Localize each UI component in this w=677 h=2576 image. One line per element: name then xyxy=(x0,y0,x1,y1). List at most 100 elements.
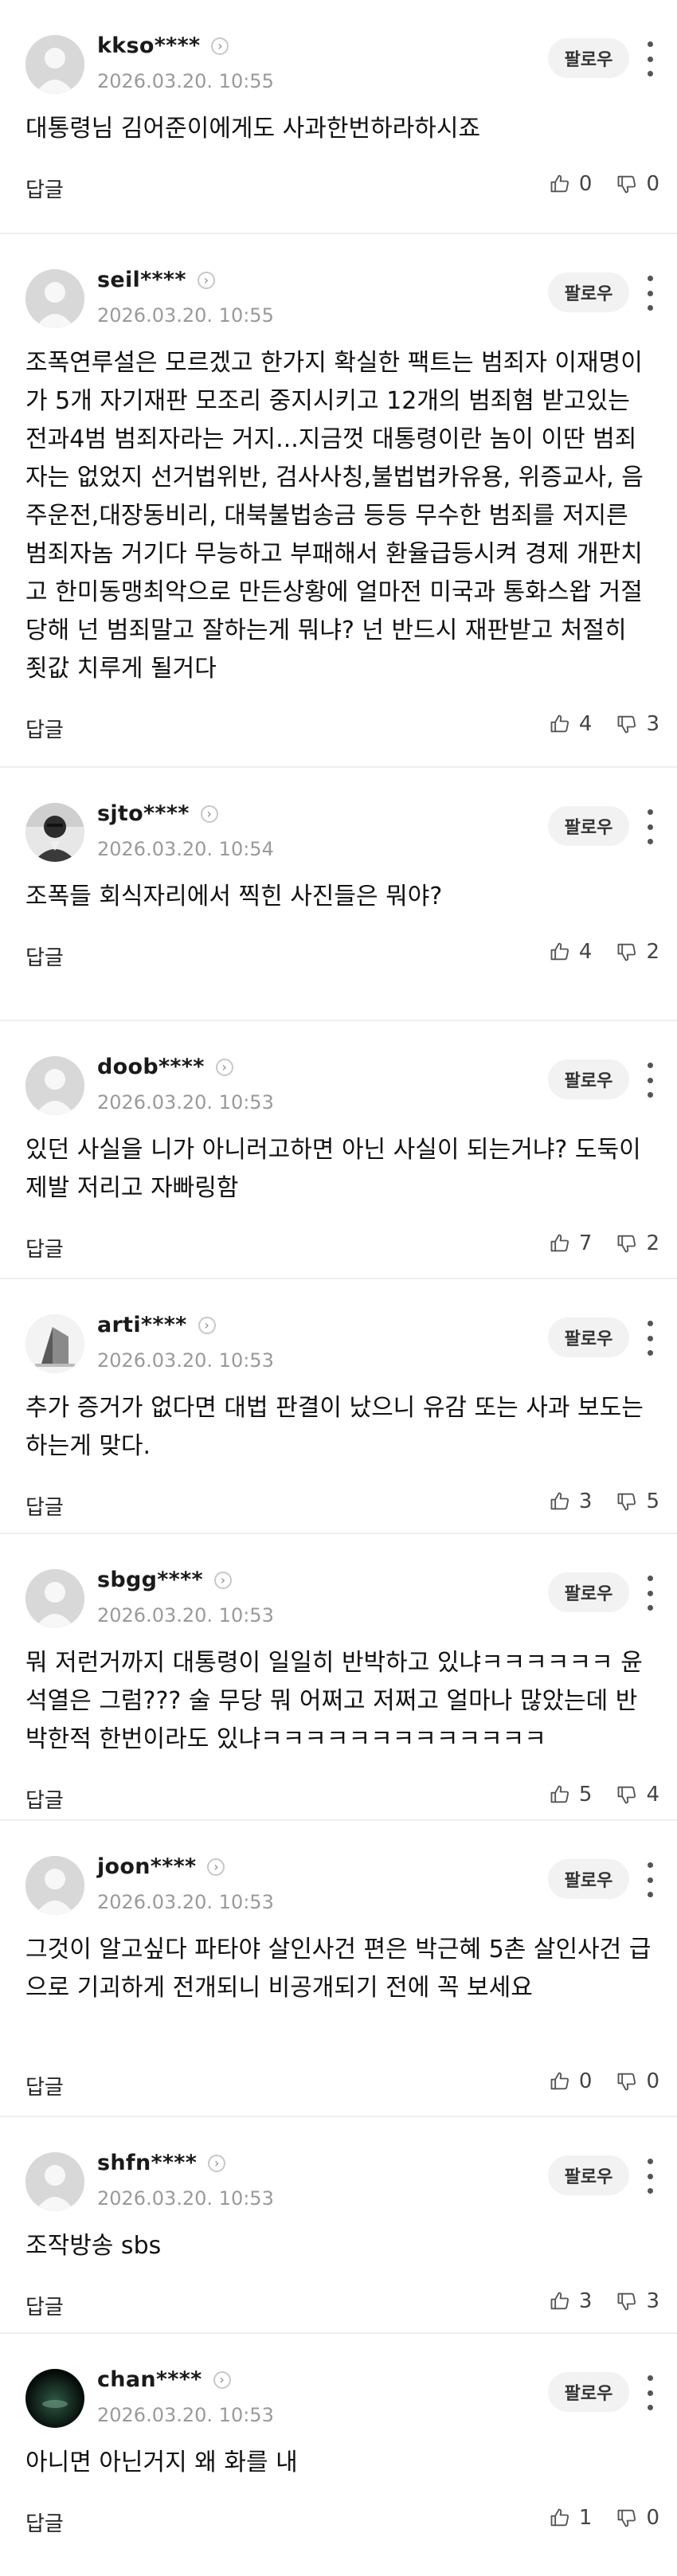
like-count: 3 xyxy=(578,1490,593,1513)
dislike-button[interactable]: 3 xyxy=(616,712,659,736)
reply-button[interactable]: 답글 xyxy=(25,2507,64,2537)
user-line: sbgg**** › xyxy=(97,1568,232,1592)
more-options-icon[interactable] xyxy=(642,1862,658,1897)
avatar[interactable] xyxy=(25,35,84,94)
avatar[interactable] xyxy=(25,1569,84,1628)
username[interactable]: doob**** xyxy=(97,1055,205,1079)
dislike-button[interactable]: 2 xyxy=(616,940,659,964)
dislike-count: 3 xyxy=(646,712,659,736)
reply-button[interactable]: 답글 xyxy=(25,942,64,971)
chevron-right-icon[interactable]: › xyxy=(213,2370,231,2389)
thumbs-down-icon xyxy=(616,173,638,195)
reply-button[interactable]: 답글 xyxy=(25,714,64,743)
more-options-icon[interactable] xyxy=(642,2375,658,2410)
avatar[interactable] xyxy=(25,803,84,862)
avatar[interactable] xyxy=(25,2369,84,2428)
dislike-button[interactable]: 2 xyxy=(616,1231,659,1255)
like-button[interactable]: 4 xyxy=(549,940,592,964)
like-button[interactable]: 7 xyxy=(549,1231,593,1255)
username[interactable]: chan**** xyxy=(97,2367,202,2392)
username[interactable]: arti**** xyxy=(97,1313,187,1337)
avatar[interactable] xyxy=(25,1856,84,1915)
vote-group: 43 xyxy=(549,712,659,736)
reply-button[interactable]: 답글 xyxy=(25,1784,64,1814)
chevron-right-icon[interactable]: › xyxy=(200,805,218,823)
comment-date: 2026.03.20. 10:55 xyxy=(97,70,274,92)
username[interactable]: shfn**** xyxy=(97,2151,197,2175)
avatar[interactable] xyxy=(25,269,84,328)
reply-button[interactable]: 답글 xyxy=(25,2291,64,2320)
chevron-right-icon[interactable]: › xyxy=(215,1058,233,1076)
like-count: 7 xyxy=(578,1231,593,1255)
dislike-button[interactable]: 0 xyxy=(616,2506,659,2530)
comment-body: 조폭들 회식자리에서 찍힌 사진들은 뭐야? xyxy=(25,883,443,910)
comment-date: 2026.03.20. 10:53 xyxy=(97,2187,274,2210)
thumbs-down-icon xyxy=(616,941,638,963)
chevron-right-icon[interactable]: › xyxy=(197,271,215,289)
vote-group: 54 xyxy=(549,1783,659,1807)
username[interactable]: joon**** xyxy=(97,1854,196,1879)
more-options-icon[interactable] xyxy=(642,2159,658,2194)
thumbs-down-icon xyxy=(616,1783,638,1806)
thumbs-down-icon xyxy=(616,1490,638,1513)
thumbs-up-icon xyxy=(549,2507,571,2529)
like-button[interactable]: 5 xyxy=(549,1783,592,1807)
username[interactable]: kkso**** xyxy=(97,33,200,58)
dislike-count: 2 xyxy=(646,1231,659,1255)
dislike-button[interactable]: 0 xyxy=(616,172,659,196)
follow-button[interactable]: 팔로우 xyxy=(548,1059,629,1099)
dislike-count: 0 xyxy=(646,2069,659,2093)
vote-group: 42 xyxy=(549,940,659,964)
like-button[interactable]: 1 xyxy=(549,2506,592,2530)
username[interactable]: sjto**** xyxy=(97,801,190,826)
comment-body: 아니면 아닌거지 왜 화를 내 xyxy=(25,2449,298,2476)
more-options-icon[interactable] xyxy=(642,1063,658,1098)
like-count: 3 xyxy=(578,2289,593,2313)
follow-button[interactable]: 팔로우 xyxy=(548,1317,629,1357)
reply-button[interactable]: 답글 xyxy=(25,1233,64,1263)
thumbs-up-icon xyxy=(549,2070,571,2093)
more-options-icon[interactable] xyxy=(642,276,658,311)
follow-button[interactable]: 팔로우 xyxy=(548,272,629,312)
comment-body: 조작방송 sbs xyxy=(25,2232,162,2260)
more-options-icon[interactable] xyxy=(642,1321,658,1356)
avatar[interactable] xyxy=(25,2152,84,2211)
reply-button[interactable]: 답글 xyxy=(25,2071,64,2100)
dislike-count: 5 xyxy=(646,1490,659,1513)
like-button[interactable]: 0 xyxy=(549,172,592,196)
avatar[interactable] xyxy=(25,1056,84,1115)
comment-item: arti**** › 2026.03.20. 10:53 팔로우 추가 증거가 없다면 … xyxy=(0,1279,677,1534)
chevron-right-icon[interactable]: › xyxy=(207,1858,225,1876)
chevron-right-icon[interactable]: › xyxy=(213,1571,232,1589)
follow-button[interactable]: 팔로우 xyxy=(548,806,629,846)
like-count: 4 xyxy=(578,712,593,736)
reply-button[interactable]: 답글 xyxy=(25,1491,64,1521)
thumbs-down-icon xyxy=(616,2507,638,2529)
dislike-button[interactable]: 3 xyxy=(616,2289,659,2313)
username[interactable]: seil**** xyxy=(97,268,186,292)
follow-button[interactable]: 팔로우 xyxy=(548,38,629,78)
dislike-button[interactable]: 0 xyxy=(616,2069,659,2093)
chevron-right-icon[interactable]: › xyxy=(208,2154,226,2172)
more-options-icon[interactable] xyxy=(642,41,658,76)
username[interactable]: sbgg**** xyxy=(97,1568,203,1592)
like-button[interactable]: 0 xyxy=(549,2069,592,2093)
comment-date: 2026.03.20. 10:53 xyxy=(97,2404,274,2426)
follow-button[interactable]: 팔로우 xyxy=(548,2372,629,2412)
reply-button[interactable]: 답글 xyxy=(25,174,64,203)
like-button[interactable]: 4 xyxy=(549,712,593,736)
chevron-right-icon[interactable]: › xyxy=(198,1316,216,1334)
avatar[interactable] xyxy=(25,1314,84,1373)
dislike-count: 0 xyxy=(646,172,659,196)
follow-button[interactable]: 팔로우 xyxy=(548,1572,629,1612)
chevron-right-icon[interactable]: › xyxy=(211,37,229,55)
like-button[interactable]: 3 xyxy=(549,1490,593,1513)
more-options-icon[interactable] xyxy=(642,1576,658,1611)
dislike-button[interactable]: 5 xyxy=(616,1490,659,1513)
dislike-button[interactable]: 4 xyxy=(616,1783,659,1807)
follow-button[interactable]: 팔로우 xyxy=(548,1859,629,1899)
vote-group: 10 xyxy=(549,2506,659,2530)
like-button[interactable]: 3 xyxy=(549,2289,593,2313)
follow-button[interactable]: 팔로우 xyxy=(548,2155,629,2195)
more-options-icon[interactable] xyxy=(642,809,658,844)
